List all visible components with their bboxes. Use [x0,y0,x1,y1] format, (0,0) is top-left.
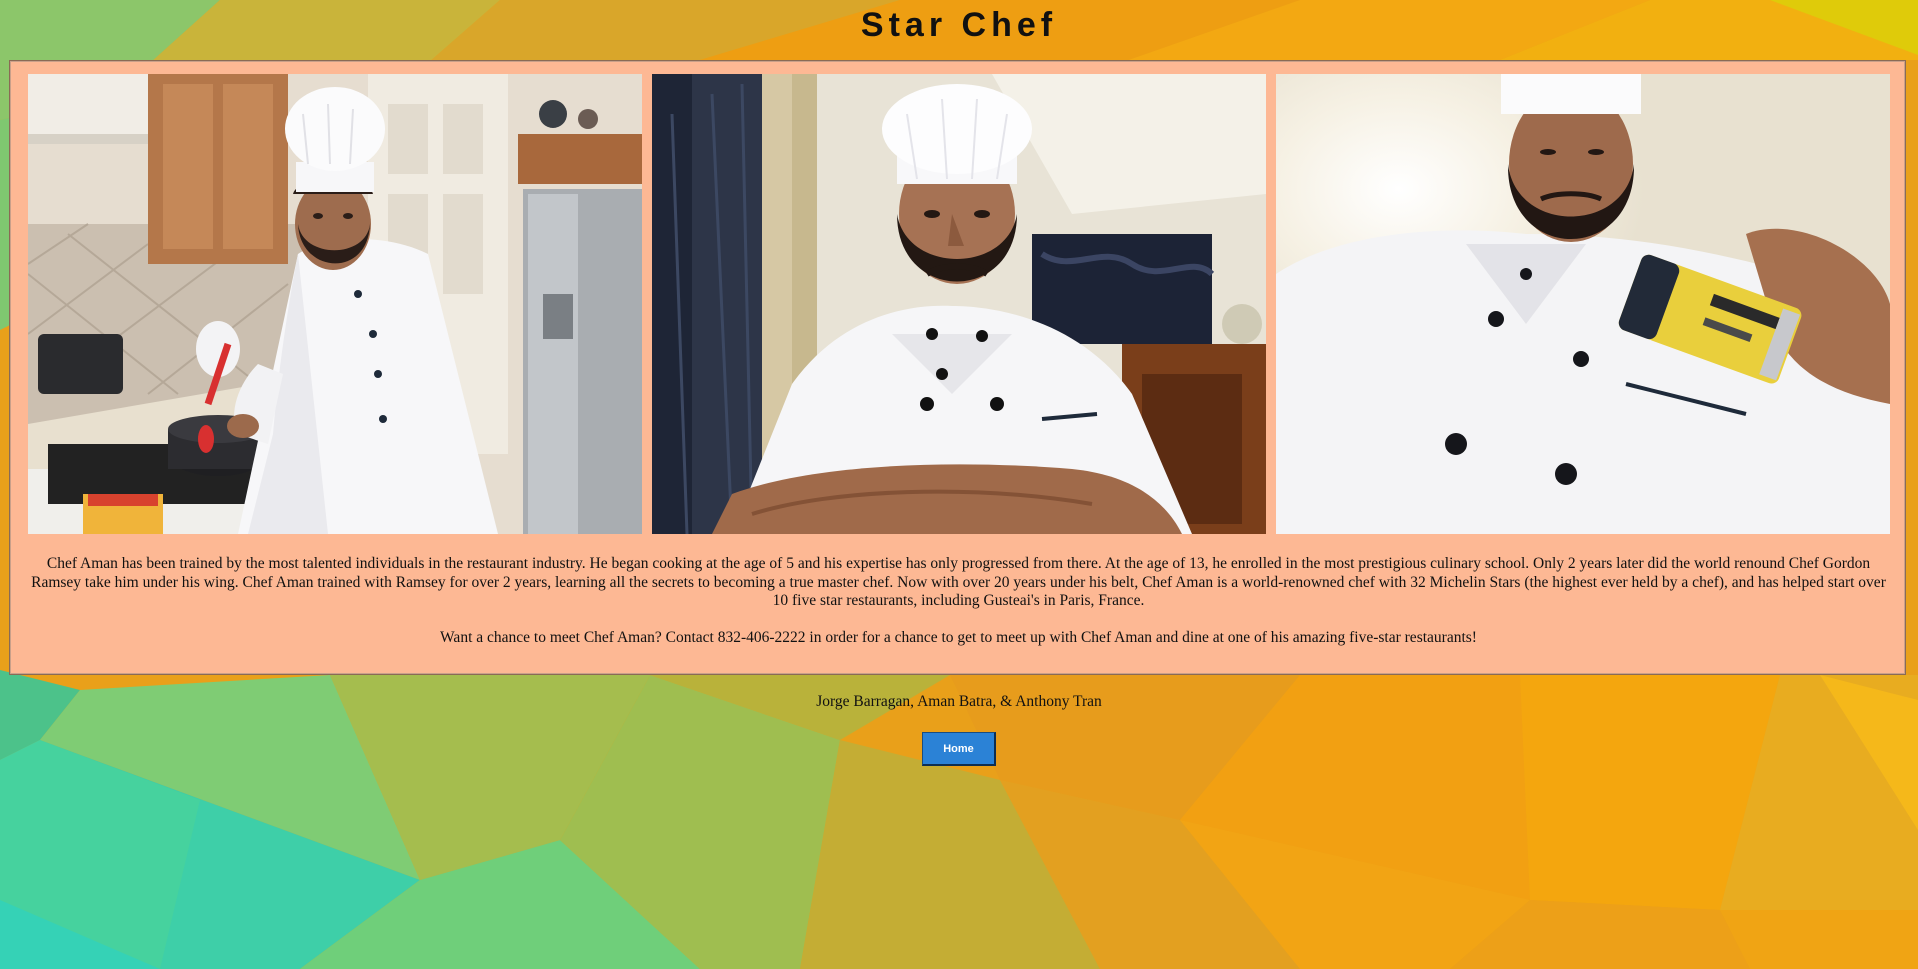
chef-biography: Chef Aman has been trained by the most t… [31,555,1886,609]
page-title: Star Chef [860,6,1058,44]
contact-info: Want a chance to meet Chef Aman? Contact… [440,629,1477,646]
content-panel: Chef Aman has been trained by the most t… [9,60,1906,675]
home-button[interactable]: Home [922,732,996,766]
chef-photo-arms-crossed [652,74,1266,534]
author-credits: Jorge Barragan, Aman Batra, & Anthony Tr… [816,693,1102,710]
chef-photo-kitchen [28,74,642,534]
chef-photo-seasoning [1276,74,1890,534]
